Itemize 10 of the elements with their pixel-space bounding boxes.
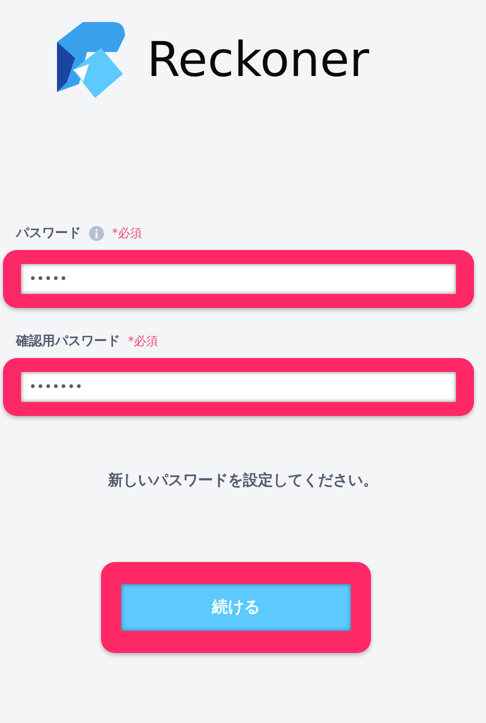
field-label: 確認用パスワード [16,333,120,350]
instruction-text: 新しいパスワードを設定してください。 [108,471,378,489]
field-label: パスワード [16,225,81,242]
logo-text: Reckoner [146,32,370,88]
required-label: *必須 [112,224,142,242]
info-icon[interactable] [89,226,104,240]
logo-icon [56,22,125,98]
password-field[interactable]: ••••• [21,264,456,294]
password-field[interactable]: ••••••• [21,372,456,402]
required-label: *必須 [128,332,158,350]
